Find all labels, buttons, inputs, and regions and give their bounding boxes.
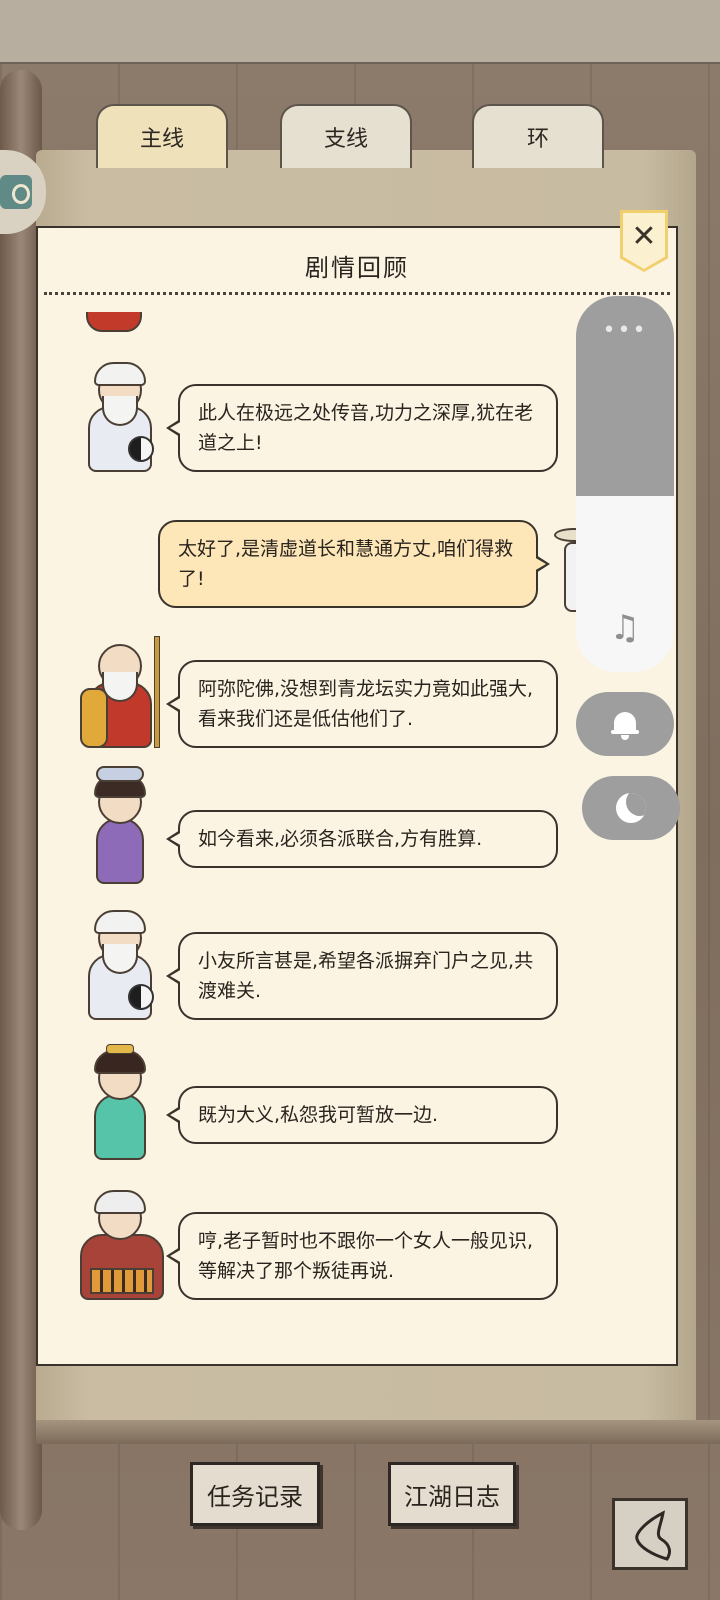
night-mode-toggle[interactable]	[582, 776, 680, 840]
dialog-entry: 既为大义,私怨我可暂放一边.	[38, 1044, 676, 1174]
task-record-button[interactable]: 任务记录	[190, 1462, 320, 1526]
back-arrow-icon	[635, 1510, 671, 1561]
more-dots-icon[interactable]: •••	[576, 318, 674, 343]
taiji-icon	[128, 984, 154, 1010]
notification-toggle[interactable]	[576, 692, 674, 756]
scroll-rod-bottom	[36, 1420, 720, 1444]
tab-ring-quest[interactable]: 环	[472, 104, 604, 168]
avatar-cropped	[78, 312, 158, 342]
tab-main-quest[interactable]: 主线	[96, 104, 228, 168]
avatar-qingxu	[70, 908, 170, 1028]
dialog-title: 剧情回顾	[305, 254, 409, 282]
avatar-green-lady	[70, 1044, 170, 1168]
taiji-icon	[128, 436, 154, 462]
speech-bubble: 既为大义,私怨我可暂放一边.	[166, 1086, 558, 1144]
player-avatar	[554, 522, 578, 618]
top-status-strip	[0, 0, 720, 64]
avatar-tiger-warrior	[70, 1188, 180, 1308]
speech-bubble: 此人在极远之处传音,功力之深厚,犹在老道之上!	[166, 384, 558, 472]
speech-bubble: 小友所言甚是,希望各派摒弃门户之见,共渡难关.	[166, 932, 558, 1020]
speech-bubble: 阿弥陀佛,没想到青龙坛实力竟如此强大,看来我们还是低估他们了.	[166, 660, 558, 748]
moon-icon	[616, 793, 646, 823]
bell-icon	[611, 710, 639, 740]
volume-control-panel[interactable]: ••• ♫	[576, 296, 674, 672]
dotted-divider	[44, 292, 670, 295]
music-note-icon: ♫	[609, 608, 641, 648]
close-icon: ✕	[623, 213, 665, 269]
dialog-entry: 如今看来,必须各派联合,方有胜算.	[38, 766, 676, 898]
dialog-entry: 哼,老子暂时也不跟你一个女人一般见识,等解决了那个叛徒再说.	[38, 1184, 676, 1314]
app-logo-icon	[0, 175, 32, 209]
dialog-entry: 小友所言甚是,希望各派摒弃门户之见,共渡难关.	[38, 904, 676, 1034]
avatar-huitong	[70, 636, 170, 756]
jianghu-log-button[interactable]: 江湖日志	[388, 1462, 516, 1526]
staff-icon	[154, 636, 160, 748]
avatar-qingxu	[70, 360, 170, 480]
back-button[interactable]	[612, 1498, 688, 1570]
player-speech-bubble: 太好了,是清虚道长和慧通方丈,咱们得救了!	[158, 520, 550, 608]
speech-bubble: 哼,老子暂时也不跟你一个女人一般见识,等解决了那个叛徒再说.	[166, 1212, 558, 1300]
tab-side-quest[interactable]: 支线	[280, 104, 412, 168]
speech-bubble: 如今看来,必须各派联合,方有胜算.	[166, 810, 558, 868]
avatar-purple-girl	[70, 766, 170, 892]
